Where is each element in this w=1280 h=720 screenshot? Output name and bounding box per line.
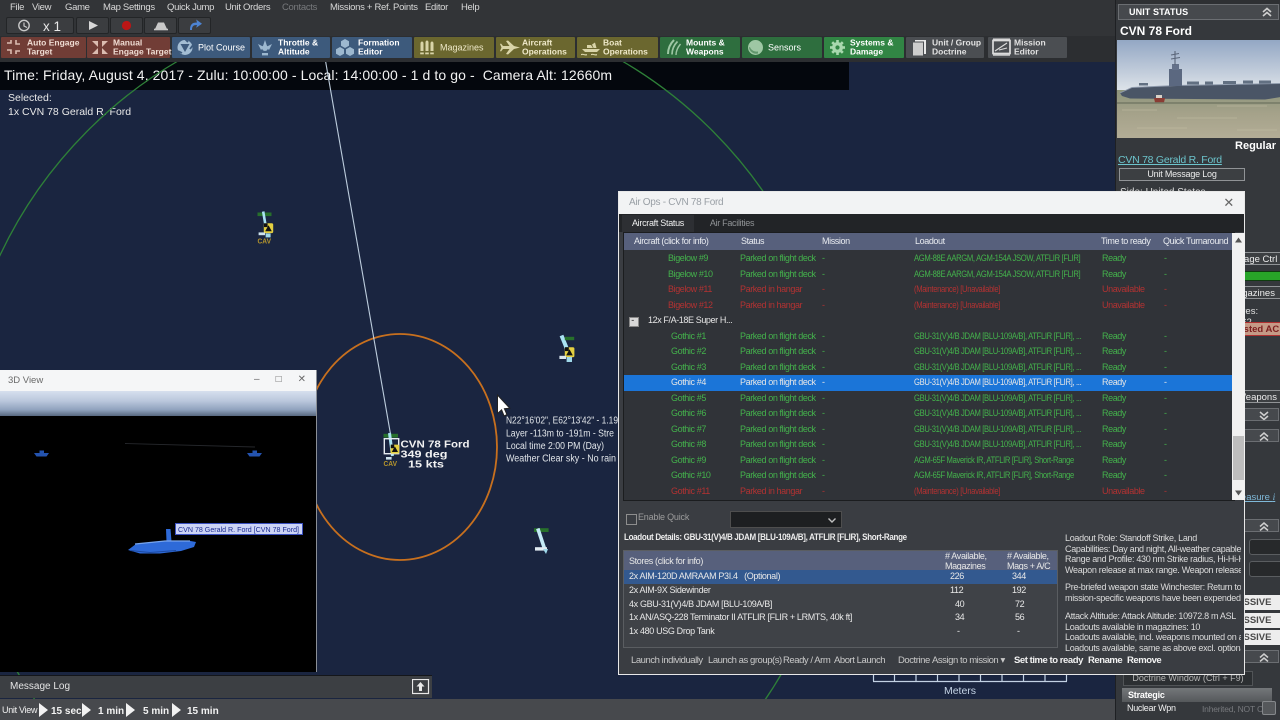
svg-text:Local time 2:00 PM (Day): Local time 2:00 PM (Day): [506, 441, 604, 452]
svg-text:N22°16'02", E62°13'42" - 1.19: N22°16'02", E62°13'42" - 1.19: [506, 416, 618, 427]
svg-text:1 min: 1 min: [98, 706, 124, 717]
svg-text:Weather Clear sky - No rain: Weather Clear sky - No rain: [506, 454, 616, 465]
svg-text:CVN 78 Gerald R. Ford [CVN 78: CVN 78 Gerald R. Ford [CVN 78 Ford]: [178, 525, 299, 534]
svg-text:15 min: 15 min: [187, 706, 219, 717]
svg-text:5 min: 5 min: [143, 706, 169, 717]
svg-text:15 sec: 15 sec: [51, 706, 82, 717]
svg-text:CAV: CAV: [384, 459, 398, 468]
svg-text:15 kts: 15 kts: [408, 459, 444, 471]
svg-text:x 1: x 1: [43, 19, 61, 33]
svg-text:CAV: CAV: [258, 237, 272, 246]
svg-text:Layer -113m to -191m - Stre: Layer -113m to -191m - Stre: [506, 428, 614, 439]
svg-text:Meters: Meters: [944, 685, 976, 697]
